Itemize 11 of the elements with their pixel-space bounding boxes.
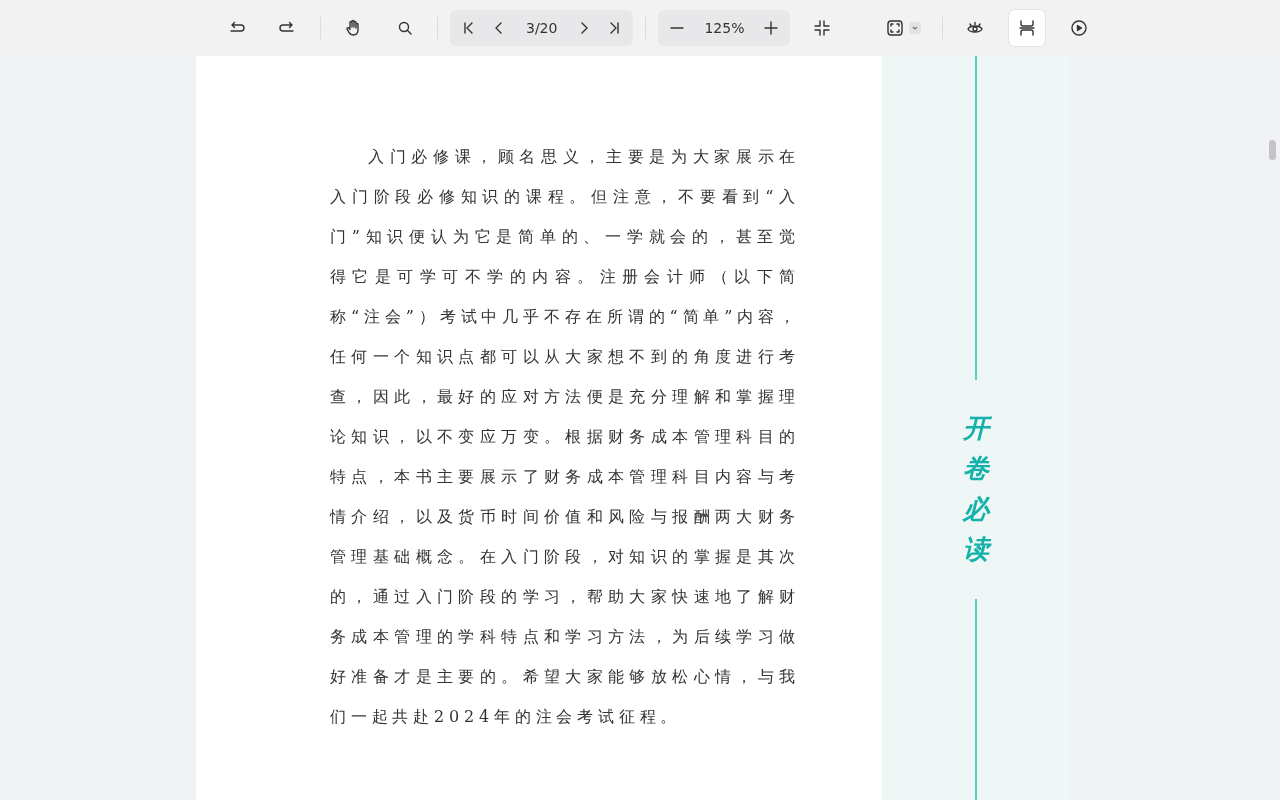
page-indicator[interactable]: 3/20 <box>514 20 570 36</box>
play-icon <box>1069 18 1090 38</box>
minus-icon <box>670 27 685 29</box>
fullscreen-icon <box>885 18 906 38</box>
zoom-level[interactable]: 125% <box>692 20 757 36</box>
collapse-icon <box>812 18 833 38</box>
scrollbar-thumb[interactable] <box>1269 140 1276 160</box>
scroll-mode-button[interactable] <box>1009 10 1046 46</box>
body-paragraph: 入门必修课，顾名思义，主要是为大家展示在入门阶段必修知识的课程。但注意，不要看到“入门”知识便认为它是简单的、一学就会的，甚至觉得它是可学可不学的内容。注册会计师（以下简称“注会”）考试中几乎不存在所谓的“简单”内容，任何一个知识点都可以从大家想不到的角度进行考查，因此，最好的应对方法便是充分理解和掌握理论知识，以不变应万变。根据财务成本管理科目的特点，本书主要展示了财务成本管理科目内容与考情介绍，以及货币时间价值和风险与报酬两大财务管理基础概念。在入门阶段，对知识的掌握是其次的，通过入门阶段的学习，帮助大家快速地了解财务成本管理的学科特点和学习方法，为后续学习做好准备才是主要的。希望大家能够放松心情，与我们一起共赴2024年的注会考试征程。 <box>330 146 800 728</box>
caret-icon <box>909 22 922 34</box>
scroll-mode-icon <box>1017 18 1038 38</box>
